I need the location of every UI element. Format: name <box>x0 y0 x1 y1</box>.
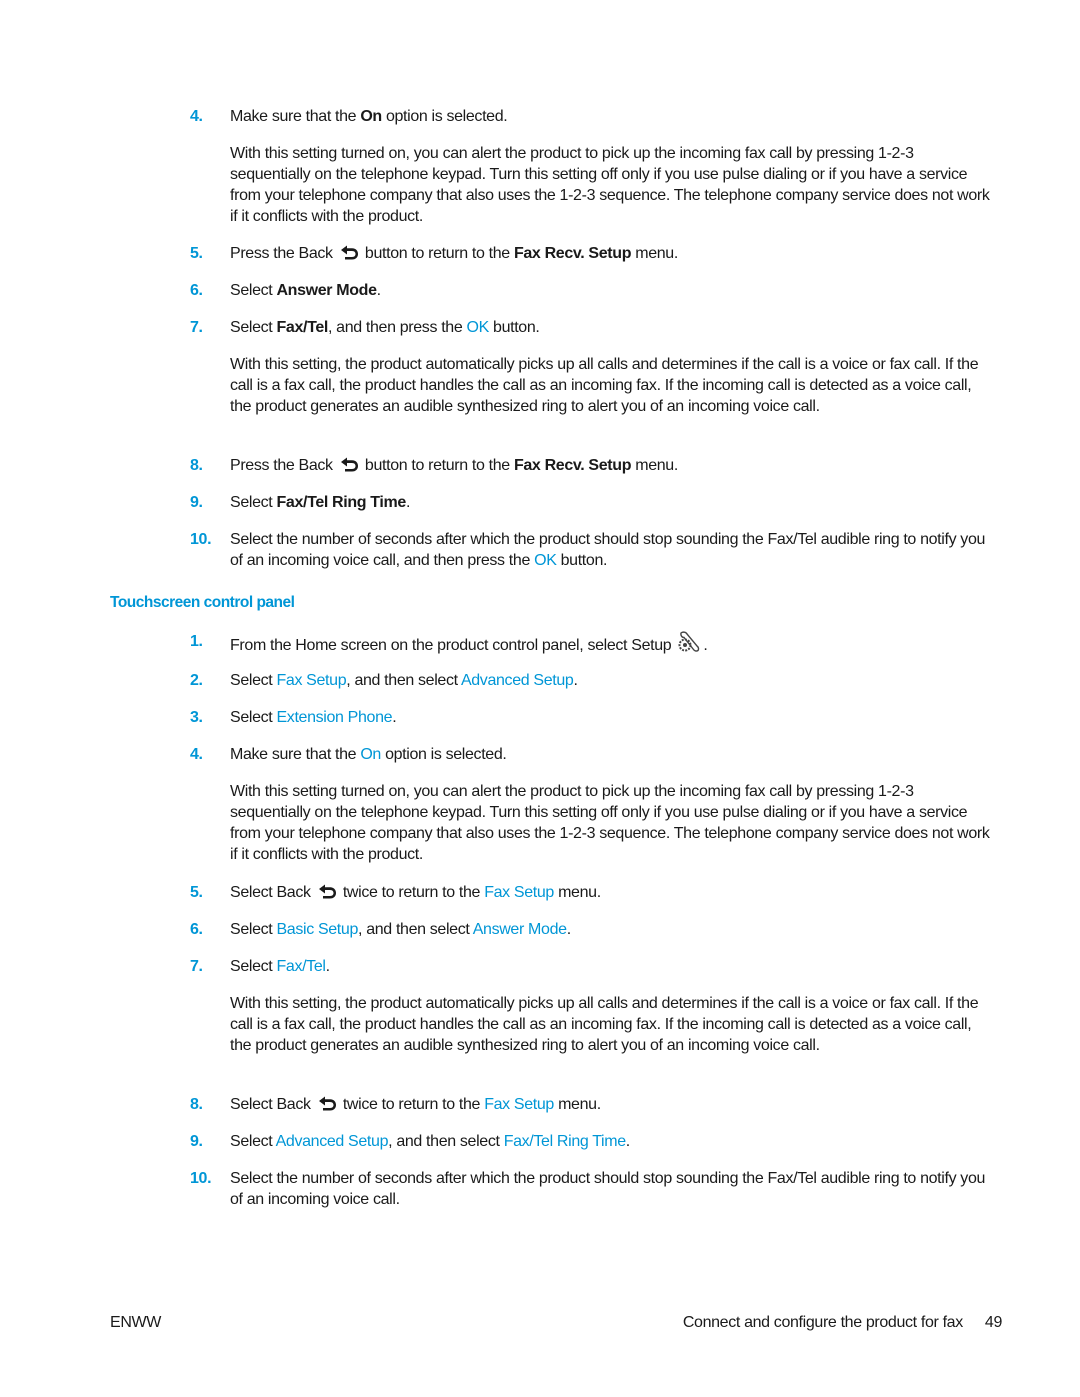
footer-left: ENWW <box>110 1314 162 1331</box>
section-heading: Touchscreen control panel <box>110 594 295 611</box>
page-number: 49 <box>984 1314 1002 1331</box>
footer-chapter: Connect and configure the product for fa… <box>682 1314 963 1331</box>
menu-fax-setup: Fax Setup <box>484 1096 554 1113</box>
step-number: 10. <box>190 1170 212 1187</box>
menu-fax-recv-setup: Fax Recv. Setup <box>513 245 632 262</box>
menu-fax-tel-ring-time: Fax/Tel Ring Time <box>276 494 406 511</box>
option-on: On <box>360 108 382 125</box>
menu-answer-mode: Answer Mode <box>276 282 377 299</box>
menu-fax-setup: Fax Setup <box>276 672 347 689</box>
back-arrow-icon <box>317 1096 337 1118</box>
step-number: 9. <box>190 494 203 511</box>
menu-basic-setup: Basic Setup <box>276 921 359 938</box>
ok-button-ref: OK <box>466 319 490 336</box>
s1-para-faxtel: With this setting, the product automatic… <box>230 356 979 415</box>
step-number: 4. <box>190 108 203 125</box>
ok-button-ref: OK <box>534 552 557 569</box>
step-number: 6. <box>190 921 203 938</box>
option-fax-tel: Fax/Tel <box>276 958 326 975</box>
menu-fax-recv-setup: Fax Recv. Setup <box>513 457 632 474</box>
step-number: 3. <box>190 709 203 726</box>
menu-answer-mode: Answer Mode <box>472 921 567 938</box>
step-number: 7. <box>190 958 203 975</box>
s2-para-on: With this setting turned on, you can ale… <box>230 783 990 863</box>
menu-advanced-setup: Advanced Setup <box>460 672 574 689</box>
step-number: 5. <box>190 245 203 262</box>
back-arrow-icon <box>339 457 359 479</box>
setup-wrench-gear-icon <box>677 631 701 659</box>
step-number: 6. <box>190 282 203 299</box>
option-fax-tel: Fax/Tel <box>276 319 328 336</box>
menu-extension-phone: Extension Phone <box>276 709 393 726</box>
menu-fax-setup: Fax Setup <box>484 884 554 901</box>
step-number: 9. <box>190 1133 203 1150</box>
step-number: 10. <box>190 531 212 548</box>
manual-page: 4. Make sure that the On option is selec… <box>110 108 1003 1333</box>
s2-para-faxtel: With this setting, the product automatic… <box>230 995 979 1054</box>
footer-right: Connect and configure the product for fa… <box>682 1312 1003 1333</box>
s1-para-on: With this setting turned on, you can ale… <box>230 145 990 225</box>
back-arrow-icon <box>317 884 337 906</box>
step-number: 5. <box>190 884 203 901</box>
menu-advanced-setup: Advanced Setup <box>275 1133 389 1150</box>
step-number: 1. <box>190 633 203 650</box>
menu-fax-tel-ring-time: Fax/Tel Ring Time <box>503 1133 626 1150</box>
option-on: On <box>360 746 381 763</box>
back-arrow-icon <box>339 245 359 267</box>
step-number: 2. <box>190 672 203 689</box>
step-number: 7. <box>190 319 203 336</box>
step-number: 8. <box>190 1096 203 1113</box>
step-number: 4. <box>190 746 203 763</box>
step-number: 8. <box>190 457 203 474</box>
